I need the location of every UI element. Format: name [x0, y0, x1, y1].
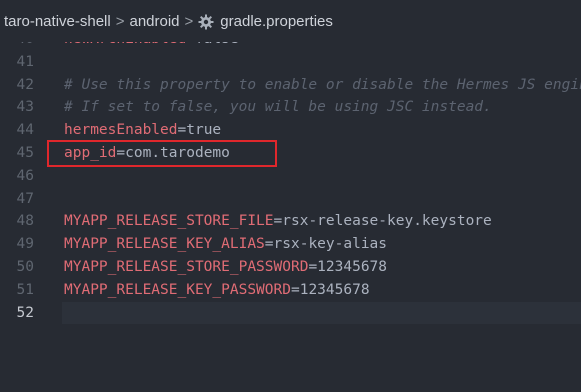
- code-line[interactable]: 49 MYAPP_RELEASE_KEY_ALIAS=rsx-key-alias: [0, 233, 581, 255]
- comment-text: # If set to false, you will be using JSC…: [64, 99, 492, 116]
- code-line[interactable]: 50 MYAPP_RELEASE_STORE_PASSWORD=12345678: [0, 256, 581, 278]
- line-number: 45: [16, 145, 34, 161]
- line-number: 49: [16, 236, 34, 253]
- code-line[interactable]: 46: [0, 165, 581, 187]
- line-number: 43: [16, 99, 34, 116]
- code-text[interactable]: MYAPP_RELEASE_KEY_PASSWORD=12345678: [64, 279, 370, 301]
- breadcrumb: taro-native-shell > android > gradle.pro…: [0, 0, 581, 42]
- code-line[interactable]: 43 # If set to false, you will be using J…: [0, 96, 581, 118]
- line-number: 42: [16, 76, 34, 93]
- highlight-box: [47, 140, 277, 167]
- line-number: 47: [16, 190, 34, 207]
- code-line[interactable]: 52: [0, 301, 581, 324]
- property-value: rsx-key-alias: [273, 236, 388, 253]
- comment-text: # Use this property to enable or disable…: [64, 76, 581, 93]
- line-number: 46: [16, 167, 34, 184]
- breadcrumb-separator: >: [115, 12, 125, 30]
- breadcrumb-item-file[interactable]: gradle.properties: [220, 13, 333, 30]
- property-key: MYAPP_RELEASE_STORE_FILE: [64, 213, 274, 230]
- line-number: 48: [16, 213, 34, 230]
- code-text[interactable]: MYAPP_RELEASE_KEY_ALIAS=rsx-key-alias: [64, 233, 387, 255]
- breadcrumb-item-folder[interactable]: android: [129, 13, 179, 30]
- line-number: 50: [16, 259, 34, 275]
- code-line[interactable]: 51 MYAPP_RELEASE_KEY_PASSWORD=12345678: [0, 279, 581, 301]
- line-number: 52: [16, 304, 34, 321]
- property-value: 12345678: [299, 281, 370, 298]
- code-text[interactable]: # If set to false, you will be using JSC…: [64, 96, 492, 118]
- breadcrumb-item-project[interactable]: taro-native-shell: [4, 13, 111, 30]
- code-text[interactable]: MYAPP_RELEASE_STORE_PASSWORD=12345678: [64, 256, 387, 278]
- property-key: MYAPP_RELEASE_KEY_PASSWORD: [64, 281, 291, 298]
- property-key: hermesEnabled: [64, 122, 178, 139]
- code-text[interactable]: hermesEnabled=true: [64, 119, 221, 141]
- equals-sign: =: [264, 236, 274, 253]
- equals-sign: =: [177, 122, 187, 139]
- property-key: MYAPP_RELEASE_STORE_PASSWORD: [64, 259, 309, 275]
- code-line[interactable]: 48 MYAPP_RELEASE_STORE_FILE=rsx-release-k…: [0, 210, 581, 232]
- code-line[interactable]: 44 hermesEnabled=true: [0, 119, 581, 141]
- equals-sign: =: [308, 259, 318, 275]
- line-number: 51: [16, 281, 34, 298]
- code-editor[interactable]: 40newArchEnabled=false4142# Use this pro…: [0, 18, 581, 392]
- gear-icon: [198, 14, 214, 30]
- code-line[interactable]: 47: [0, 188, 581, 210]
- line-number: 44: [16, 122, 34, 139]
- code-text[interactable]: # Use this property to enable or disable…: [64, 74, 581, 96]
- code-line[interactable]: 42 # Use this property to enable or disab…: [0, 74, 581, 96]
- current-line-highlight: [62, 301, 581, 324]
- property-value: rsx-release-key.keystore: [282, 213, 492, 230]
- breadcrumb-separator: >: [184, 12, 194, 30]
- code-line[interactable]: 41: [0, 51, 581, 73]
- property-key: MYAPP_RELEASE_KEY_ALIAS: [64, 236, 265, 253]
- equals-sign: =: [290, 281, 300, 298]
- property-value: 12345678: [317, 259, 388, 275]
- line-number: 41: [16, 53, 34, 70]
- property-value: true: [186, 122, 222, 139]
- code-text[interactable]: MYAPP_RELEASE_STORE_FILE=rsx-release-key…: [64, 210, 492, 232]
- equals-sign: =: [273, 213, 283, 230]
